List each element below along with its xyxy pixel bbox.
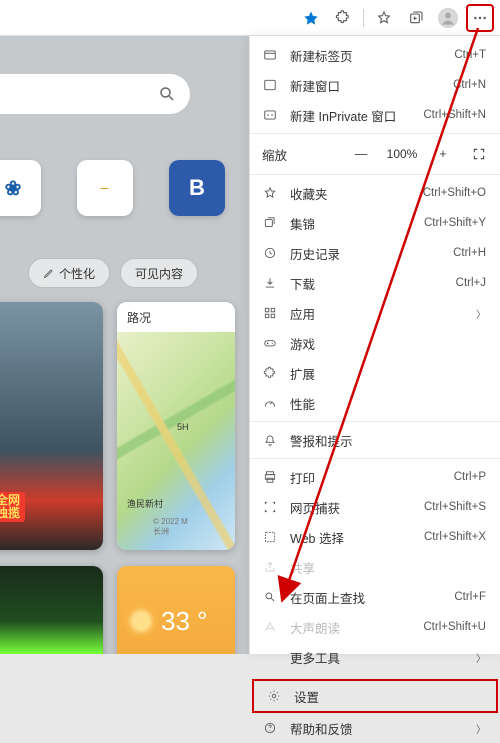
help-icon xyxy=(262,720,278,736)
chevron-right-icon: 〉 xyxy=(476,306,486,321)
menu-print[interactable]: 打印Ctrl+P xyxy=(250,462,500,492)
menu-web-capture[interactable]: 网页捕获Ctrl+Shift+S xyxy=(250,492,500,522)
more-tools-icon xyxy=(262,649,278,665)
collections-icon[interactable] xyxy=(402,4,430,32)
chips: 个性化 可见内容 xyxy=(28,258,198,288)
history-icon xyxy=(262,245,278,261)
menu-new-inprivate[interactable]: 新建 InPrivate 窗口Ctrl+Shift+N xyxy=(250,100,500,130)
performance-icon xyxy=(262,395,278,411)
search-icon xyxy=(158,85,176,103)
menu-share: 共享 xyxy=(250,552,500,582)
tile-3[interactable]: B xyxy=(169,160,225,216)
download-icon xyxy=(262,275,278,291)
chevron-right-icon: 〉 xyxy=(476,721,486,736)
game-card[interactable] xyxy=(0,566,103,654)
games-icon xyxy=(262,335,278,351)
tile-1[interactable]: ❀ xyxy=(0,160,41,216)
find-icon xyxy=(262,589,278,605)
menu-collections[interactable]: 集锦Ctrl+Shift+Y xyxy=(250,208,500,238)
print-icon xyxy=(262,469,278,485)
menu-extensions[interactable]: 扩展 xyxy=(250,358,500,388)
favorites-button-icon[interactable] xyxy=(370,4,398,32)
menu-new-window[interactable]: 新建窗口Ctrl+N xyxy=(250,70,500,100)
zoom-label: 缩放 xyxy=(262,145,306,164)
new-window-icon xyxy=(262,77,278,93)
map-card[interactable]: 路况 5H 渔民新村 © 2022 M 长洲 xyxy=(117,302,235,550)
settings-menu: 新建标签页Ctrl+T 新建窗口Ctrl+N 新建 InPrivate 窗口Ct… xyxy=(249,36,500,654)
menu-new-tab[interactable]: 新建标签页Ctrl+T xyxy=(250,40,500,70)
sun-icon xyxy=(127,607,155,635)
profile-avatar-icon[interactable] xyxy=(434,4,462,32)
more-menu-button[interactable] xyxy=(466,4,494,32)
inprivate-icon xyxy=(262,107,278,123)
search-box[interactable] xyxy=(0,74,190,114)
quick-tiles: ❀ — B xyxy=(0,160,225,216)
menu-read-aloud: 大声朗读Ctrl+Shift+U xyxy=(250,612,500,642)
menu-favorites[interactable]: 收藏夹Ctrl+Shift+O xyxy=(250,178,500,208)
menu-zoom-row: 缩放 — 100% + xyxy=(250,137,500,171)
alert-icon xyxy=(262,432,278,448)
menu-web-select[interactable]: Web 选择Ctrl+Shift+X xyxy=(250,522,500,552)
menu-history[interactable]: 历史记录Ctrl+H xyxy=(250,238,500,268)
weather-card[interactable]: 33 ° xyxy=(117,566,235,654)
apps-icon xyxy=(262,305,278,321)
zoom-out-button[interactable]: — xyxy=(346,141,376,167)
web-select-icon xyxy=(262,529,278,545)
extensions-icon[interactable] xyxy=(329,4,357,32)
menu-more-tools[interactable]: 更多工具〉 xyxy=(250,642,500,672)
media-badge: 全网 独揽 xyxy=(0,492,25,522)
browser-toolbar xyxy=(0,0,500,36)
menu-find-on-page[interactable]: 在页面上查找Ctrl+F xyxy=(250,582,500,612)
collections-menu-icon xyxy=(262,215,278,231)
media-card[interactable]: 全网 独揽 xyxy=(0,302,103,550)
share-icon xyxy=(262,559,278,575)
chip-visible-content[interactable]: 可见内容 xyxy=(120,258,198,288)
chip-personalize[interactable]: 个性化 xyxy=(28,258,110,288)
map-body: 5H 渔民新村 © 2022 M 长洲 xyxy=(117,332,235,550)
capture-icon xyxy=(262,499,278,515)
menu-apps[interactable]: 应用〉 xyxy=(250,298,500,328)
settings-icon xyxy=(266,688,282,704)
menu-performance[interactable]: 性能 xyxy=(250,388,500,418)
pencil-icon xyxy=(43,267,55,279)
map-card-title: 路况 xyxy=(117,302,235,332)
fullscreen-button[interactable] xyxy=(464,141,494,167)
extensions-menu-icon xyxy=(262,365,278,381)
new-tab-icon xyxy=(262,47,278,63)
menu-help-feedback[interactable]: 帮助和反馈〉 xyxy=(250,713,500,743)
favorite-star-icon[interactable] xyxy=(297,4,325,32)
zoom-value: 100% xyxy=(382,147,422,161)
menu-downloads[interactable]: 下载Ctrl+J xyxy=(250,268,500,298)
menu-settings[interactable]: 设置 xyxy=(254,681,496,711)
menu-alerts[interactable]: 警报和提示 xyxy=(250,425,500,455)
chevron-right-icon: 〉 xyxy=(476,650,486,665)
weather-temperature: 33 ° xyxy=(161,606,208,637)
tile-2[interactable]: — xyxy=(77,160,133,216)
page-background: ❀ — B 个性化 可见内容 全网 独揽 路况 5H 渔民新村 © 2022 M… xyxy=(0,36,249,654)
zoom-in-button[interactable]: + xyxy=(428,141,458,167)
read-aloud-icon xyxy=(262,619,278,635)
menu-games[interactable]: 游戏 xyxy=(250,328,500,358)
favorites-icon xyxy=(262,185,278,201)
